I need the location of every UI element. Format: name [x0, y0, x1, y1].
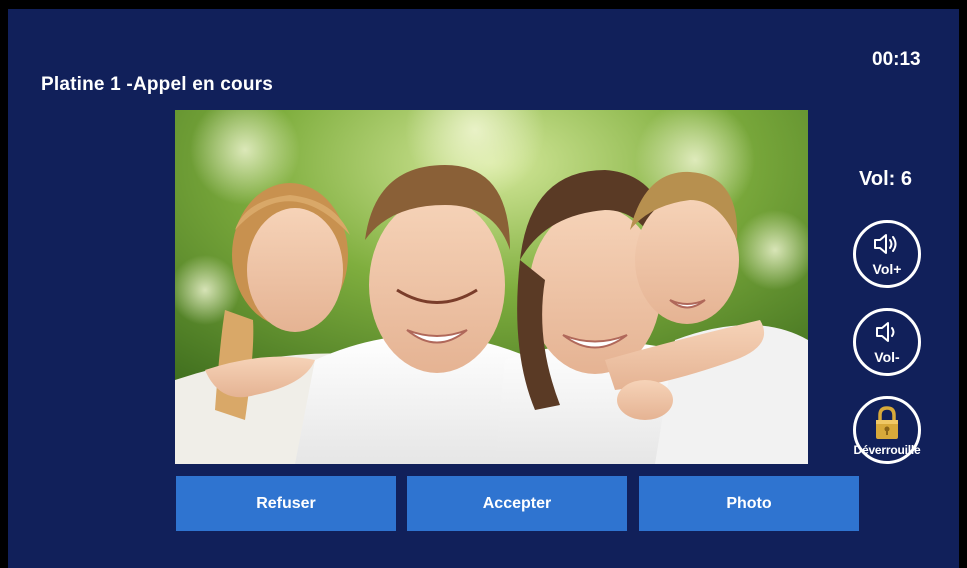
device-bezel: Platine 1 -Appel en cours 00:13 Vol: 6 V… — [0, 0, 967, 568]
accept-button[interactable]: Accepter — [407, 476, 627, 531]
volume-up-label: Vol+ — [872, 261, 902, 277]
padlock-icon — [856, 405, 918, 446]
volume-level-readout: Vol: 6 — [859, 168, 912, 190]
unlock-label: Déverrouille — [853, 443, 921, 457]
call-timer: 00:13 — [872, 49, 921, 70]
photo-button[interactable]: Photo — [639, 476, 859, 531]
video-frame-image — [175, 110, 808, 464]
call-status-title: Platine 1 -Appel en cours — [41, 74, 273, 95]
video-feed — [175, 110, 808, 464]
unlock-door-button[interactable]: Déverrouille — [853, 396, 921, 464]
volume-up-button[interactable]: Vol+ — [853, 220, 921, 288]
volume-down-label: Vol- — [874, 349, 900, 365]
speaker-loud-icon — [856, 232, 918, 261]
volume-down-button[interactable]: Vol- — [853, 308, 921, 376]
refuse-button[interactable]: Refuser — [176, 476, 396, 531]
speaker-quiet-icon — [856, 320, 918, 349]
